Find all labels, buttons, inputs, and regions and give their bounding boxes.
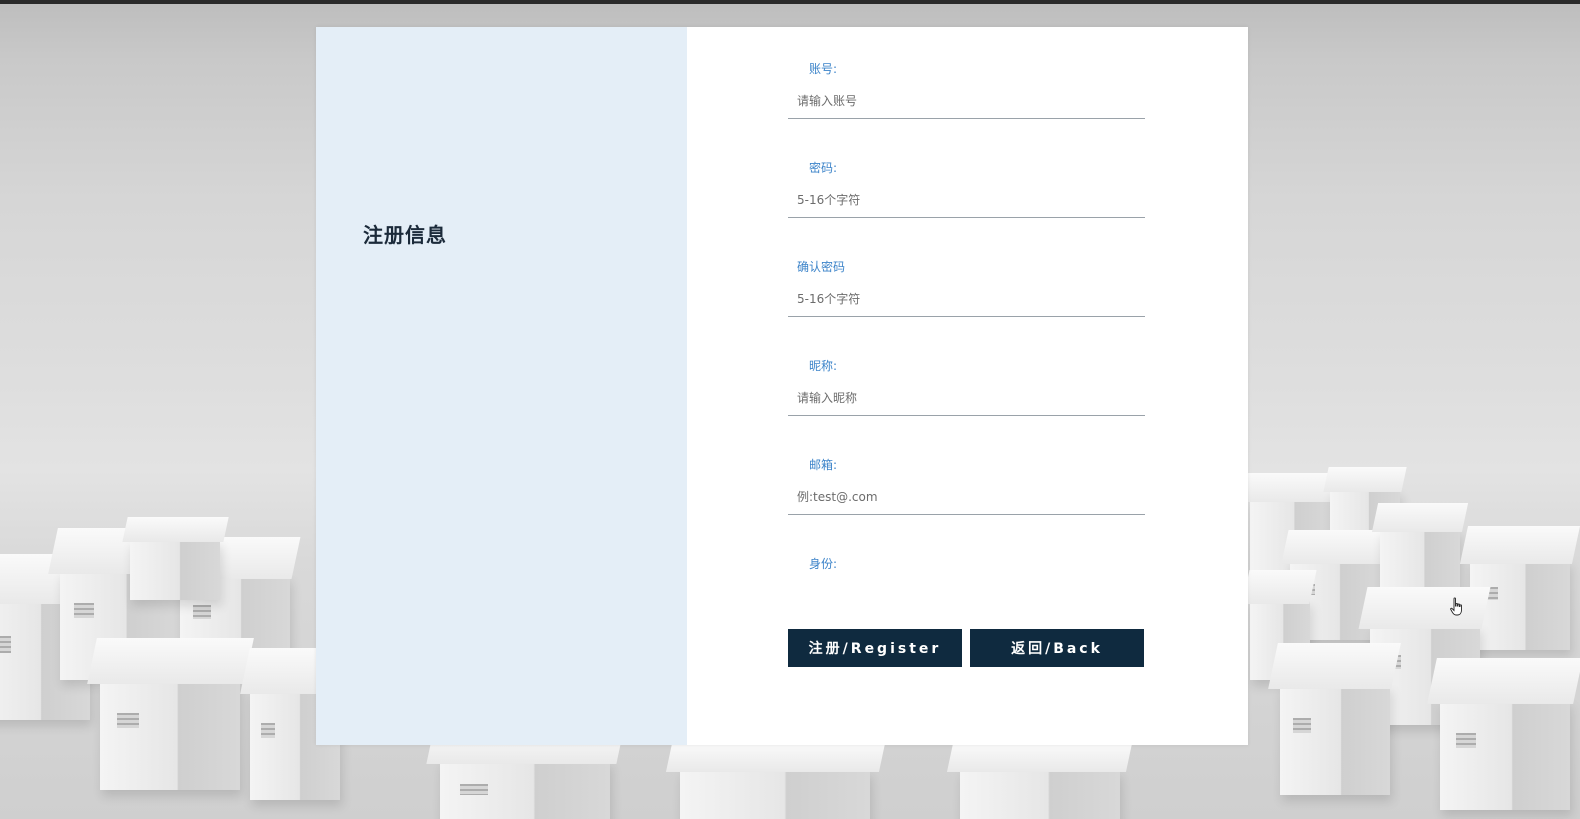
- account-input[interactable]: [788, 94, 1145, 119]
- email-label: 邮箱:: [809, 458, 838, 472]
- account-label: 账号:: [809, 62, 838, 76]
- decorative-house: [680, 770, 870, 819]
- confirm-password-label: 确认密码: [797, 260, 846, 274]
- register-info-title: 注册信息: [363, 223, 447, 247]
- register-info-panel: 注册信息: [316, 27, 687, 745]
- hand-pointer-icon: [1450, 597, 1462, 616]
- confirm-password-input[interactable]: [788, 292, 1145, 317]
- back-button[interactable]: 返回/Back: [970, 629, 1144, 667]
- identity-label: 身份:: [809, 557, 838, 571]
- email-field: 邮箱:: [788, 456, 1145, 515]
- decorative-house: [1440, 700, 1570, 810]
- email-input[interactable]: [788, 490, 1145, 515]
- nickname-label: 昵称:: [809, 359, 838, 373]
- nickname-field: 昵称:: [788, 357, 1145, 416]
- decorative-house: [960, 770, 1120, 819]
- account-field: 账号:: [788, 60, 1145, 119]
- register-form: 账号: 密码: 确认密码 昵称: 邮箱: 身份: 注册/Register 返回/…: [687, 27, 1462, 745]
- decorative-house: [440, 760, 610, 819]
- register-button[interactable]: 注册/Register: [788, 629, 962, 667]
- nickname-input[interactable]: [788, 391, 1145, 416]
- decorative-house: [130, 540, 220, 600]
- password-label: 密码:: [809, 161, 838, 175]
- top-edge-bar: [0, 0, 1580, 4]
- password-input[interactable]: [788, 193, 1145, 218]
- decorative-house: [100, 680, 240, 790]
- decorative-house: [1280, 685, 1390, 795]
- password-field: 密码:: [788, 159, 1145, 218]
- identity-field: 身份:: [788, 555, 1145, 573]
- register-card: 注册信息 账号: 密码: 确认密码 昵称: 邮箱: 身份: 注册/R: [316, 27, 1462, 745]
- confirm-password-field: 确认密码: [788, 258, 1145, 317]
